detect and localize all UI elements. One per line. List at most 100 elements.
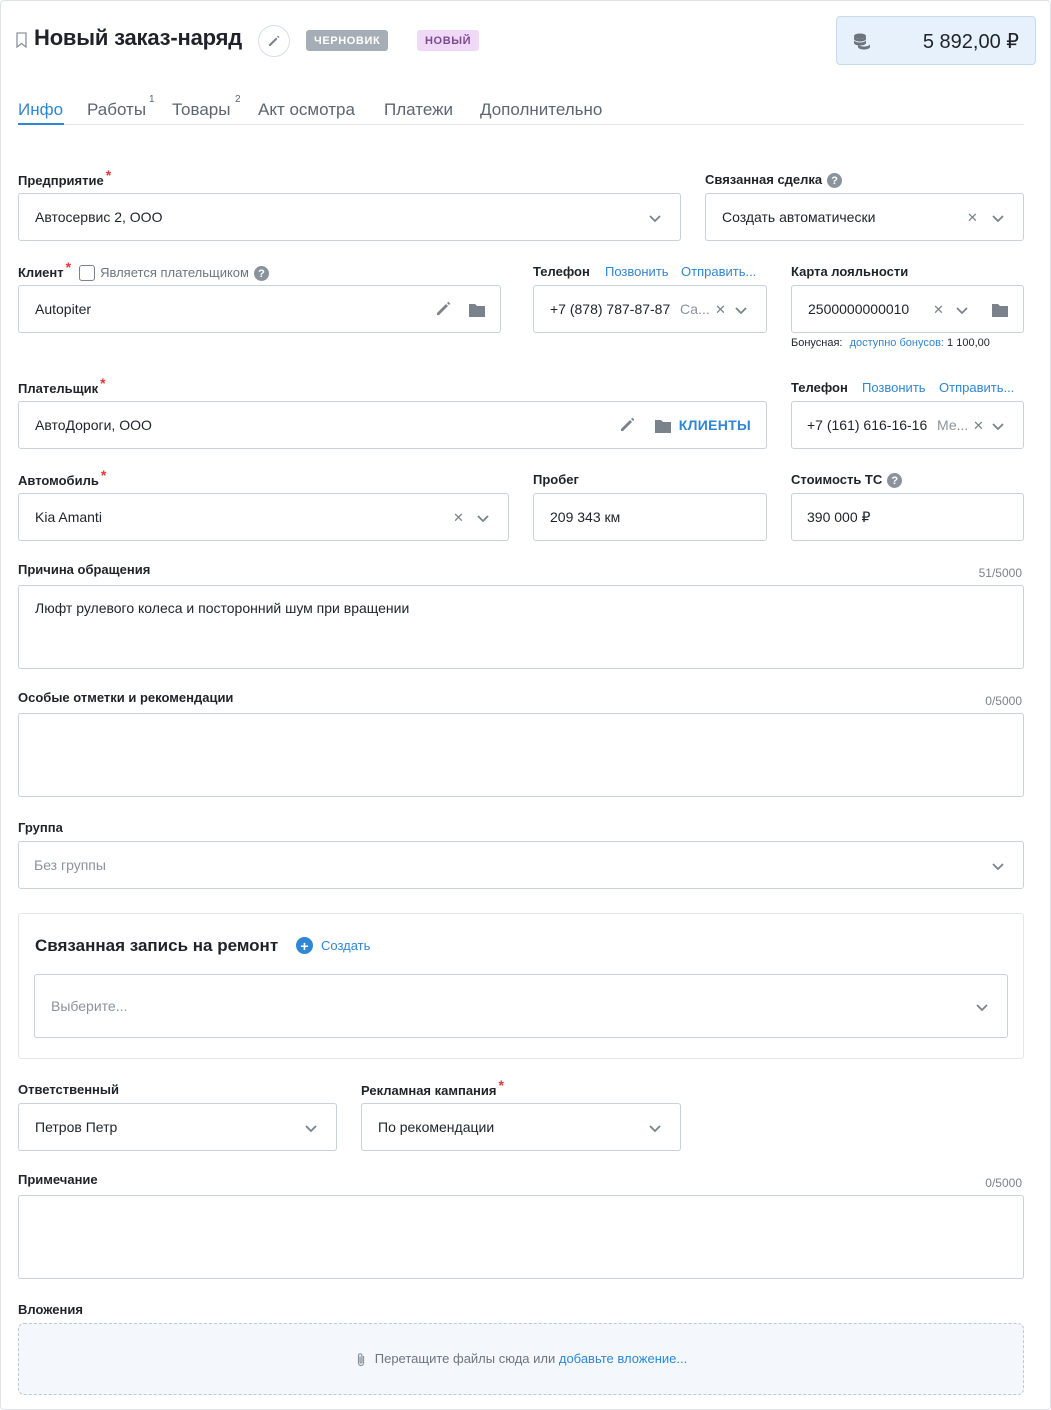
tab-inspection[interactable]: Акт осмотра <box>258 100 355 120</box>
car-value: Kia Amanti <box>35 509 102 525</box>
page-title: Новый заказ-наряд <box>34 25 243 50</box>
status-badge-new: НОВЫЙ <box>417 30 480 51</box>
note-textarea[interactable] <box>18 1195 1024 1279</box>
responsible-select[interactable]: Петров Петр <box>18 1103 337 1151</box>
clear-icon[interactable]: ✕ <box>967 211 978 225</box>
help-icon[interactable]: ? <box>253 266 269 282</box>
payer-select[interactable]: АвтоДороги, ООО КЛИЕНТЫ <box>18 401 767 449</box>
bonus-info: Бонусная: доступно бонусов: 1 100,00 <box>791 337 990 349</box>
chevron-down-icon <box>649 1125 661 1133</box>
tab-payments[interactable]: Платежи <box>384 100 453 120</box>
repair-record-create-label: Создать <box>321 938 371 953</box>
payer-label-text: Плательщик <box>18 381 99 396</box>
clear-icon[interactable]: ✕ <box>933 303 944 317</box>
attachments-dropzone[interactable]: Перетащите файлы сюда или добавьте вложе… <box>18 1323 1024 1395</box>
tab-additional[interactable]: Дополнительно <box>480 100 602 120</box>
pencil-icon <box>269 35 280 46</box>
company-label: Предприятие * <box>18 167 111 188</box>
special-notes-counter: 0/5000 <box>985 694 1022 708</box>
add-attachment-link[interactable]: добавьте вложение... <box>559 1351 687 1366</box>
campaign-select[interactable]: По рекомендации <box>361 1103 681 1151</box>
car-select[interactable]: Kia Amanti ✕ <box>18 493 509 541</box>
deal-select[interactable]: Создать автоматически ✕ <box>705 193 1024 241</box>
tab-active-indicator <box>18 123 64 125</box>
pencil-icon[interactable] <box>618 416 636 434</box>
reason-counter: 51/5000 <box>978 566 1022 580</box>
is-payer-label[interactable]: Является плательщиком <box>100 265 249 280</box>
clients-button[interactable]: КЛИЕНТЫ <box>679 417 751 433</box>
dropzone-hint: Перетащите файлы сюда или <box>374 1351 556 1366</box>
repair-record-create-button[interactable]: + Создать <box>296 937 370 954</box>
clear-icon[interactable]: ✕ <box>715 303 726 317</box>
is-payer-checkbox[interactable] <box>79 264 96 281</box>
mileage-input[interactable]: 209 343 км <box>533 493 767 541</box>
client-call-link[interactable]: Позвонить <box>605 264 669 279</box>
bookmark-icon[interactable] <box>16 32 27 48</box>
order-total[interactable]: 5 892,00 ₽ <box>836 16 1036 65</box>
order-form: Новый заказ-наряд ЧЕРНОВИК НОВЫЙ 5 892,0… <box>0 0 1051 1410</box>
group-select[interactable]: Без группы <box>18 841 1024 889</box>
repair-record-select[interactable]: Выберите... <box>34 974 1008 1038</box>
folder-icon[interactable] <box>654 417 672 435</box>
payer-call-link[interactable]: Позвонить <box>862 380 926 395</box>
folder-icon[interactable] <box>991 301 1009 319</box>
deal-value: Создать автоматически <box>722 209 876 225</box>
total-amount: 5 892,00 ₽ <box>922 31 1019 53</box>
chevron-down-icon <box>956 307 968 315</box>
group-label: Группа <box>18 820 63 835</box>
tab-goods-count: 2 <box>235 94 241 105</box>
bonus-link[interactable]: доступно бонусов: <box>850 337 944 349</box>
deal-label: Связанная сделка? <box>705 172 843 189</box>
tab-goods-label: Товары <box>172 100 231 119</box>
car-cost-input[interactable]: 390 000 ₽ <box>791 493 1024 541</box>
edit-title-button[interactable] <box>258 25 290 57</box>
loyalty-select[interactable]: 2500000000010 ✕ <box>791 285 1024 333</box>
payer-phone-value: +7 (161) 616-16-16 <box>807 417 928 433</box>
client-label: Клиент * Является плательщиком? <box>18 259 269 282</box>
bonus-value: 1 100,00 <box>947 337 990 349</box>
payer-phone-label: Телефон <box>791 380 848 395</box>
company-value: Автосервис 2, ООО <box>35 209 163 225</box>
campaign-value: По рекомендации <box>378 1119 495 1135</box>
special-notes-label: Особые отметки и рекомендации <box>18 690 234 705</box>
payer-phone-select[interactable]: +7 (161) 616-16-16 Ме... ✕ <box>791 401 1024 449</box>
car-cost-value: 390 000 ₽ <box>807 509 871 525</box>
attachments-label: Вложения <box>18 1302 83 1317</box>
payer-send-link[interactable]: Отправить... <box>939 380 1014 395</box>
company-select[interactable]: Автосервис 2, ООО <box>18 193 681 241</box>
tab-works-count: 1 <box>149 94 155 105</box>
mileage-label: Пробег <box>533 472 579 487</box>
clear-icon[interactable]: ✕ <box>973 419 984 433</box>
folder-icon[interactable] <box>468 301 486 319</box>
required-mark: * <box>105 167 112 183</box>
campaign-label: Рекламная кампания * <box>361 1077 504 1098</box>
responsible-label: Ответственный <box>18 1082 119 1097</box>
repair-record-title: Связанная запись на ремонт <box>35 936 279 955</box>
mileage-value: 209 343 км <box>550 509 621 525</box>
tab-works[interactable]: Работы 1 <box>87 94 155 120</box>
car-label-text: Автомобиль <box>18 473 99 488</box>
help-icon[interactable]: ? <box>887 473 903 489</box>
tab-works-label: Работы <box>87 100 147 119</box>
campaign-label-text: Рекламная кампания <box>361 1083 497 1098</box>
reason-textarea[interactable]: Люфт рулевого колеса и посторонний шум п… <box>18 585 1024 669</box>
repair-record-placeholder: Выберите... <box>51 998 128 1014</box>
coins-icon <box>854 33 870 50</box>
special-notes-textarea[interactable] <box>18 713 1024 797</box>
payer-label: Плательщик * <box>18 375 106 396</box>
company-label-text: Предприятие <box>18 173 104 188</box>
client-phone-select[interactable]: +7 (878) 787-87-87 Са... ✕ <box>533 285 767 333</box>
tab-goods[interactable]: Товары 2 <box>172 94 241 120</box>
clear-icon[interactable]: ✕ <box>453 511 464 525</box>
client-send-link[interactable]: Отправить... <box>681 264 756 279</box>
client-phone-value: +7 (878) 787-87-87 <box>550 301 671 317</box>
help-icon[interactable]: ? <box>827 173 843 189</box>
chevron-down-icon <box>735 307 747 315</box>
car-cost-label-text: Стоимость ТС <box>791 472 883 487</box>
tab-info[interactable]: Инфо <box>18 100 63 120</box>
client-select[interactable]: Autopiter <box>18 285 501 333</box>
pencil-icon[interactable] <box>434 300 452 318</box>
chevron-down-icon <box>305 1125 317 1133</box>
note-label: Примечание <box>18 1172 98 1187</box>
chevron-down-icon <box>992 423 1004 431</box>
